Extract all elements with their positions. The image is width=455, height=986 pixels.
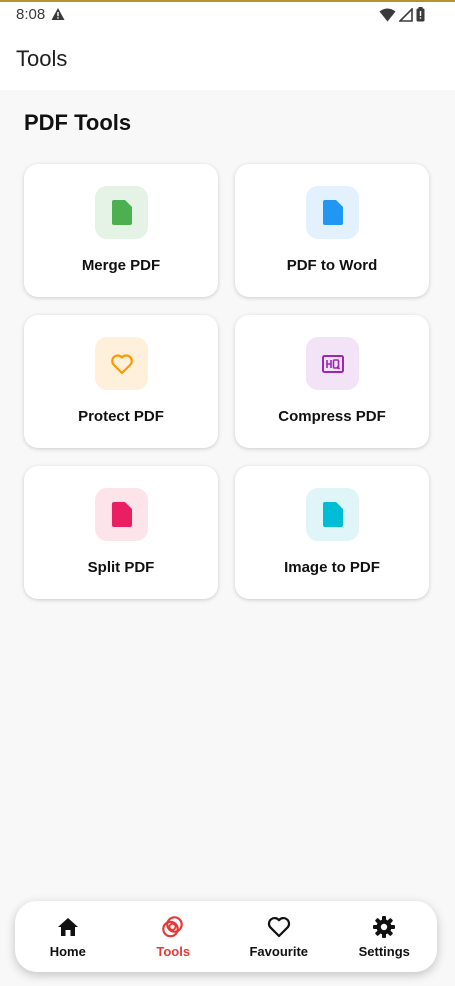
gear-icon <box>372 915 396 939</box>
home-icon <box>56 915 80 939</box>
pdf-to-word-card[interactable]: PDF to Word <box>235 164 429 297</box>
pdf-to-word-label: PDF to Word <box>286 257 378 274</box>
file-icon <box>111 200 132 225</box>
app-bar: Tools <box>0 28 455 90</box>
merge-pdf-card[interactable]: Merge PDF <box>24 164 218 297</box>
nav-settings[interactable]: Settings <box>332 901 438 972</box>
protect-pdf-label: Protect PDF <box>78 408 164 425</box>
nav-tools-label: Tools <box>156 944 191 959</box>
compress-pdf-card[interactable]: Compress PDF <box>235 315 429 448</box>
status-icons <box>379 7 425 22</box>
tools-grid: Merge PDF PDF to Word Protect PDF Compre… <box>24 164 429 599</box>
file-icon <box>322 502 343 527</box>
rings-icon <box>161 915 185 939</box>
section-title: PDF Tools <box>24 110 132 135</box>
heart-outline-icon <box>267 915 291 939</box>
alert-icon <box>51 8 65 20</box>
file-icon <box>322 200 343 225</box>
nav-home-label: Home <box>49 944 86 959</box>
image-to-pdf-label: Image to PDF <box>284 559 380 576</box>
nav-home[interactable]: Home <box>15 901 121 972</box>
wifi-icon <box>379 8 396 21</box>
split-pdf-icon-box <box>95 488 148 541</box>
page-title: Tools <box>16 46 68 71</box>
compress-pdf-icon-box <box>306 337 359 390</box>
image-to-pdf-card[interactable]: Image to PDF <box>235 466 429 599</box>
pdf-to-word-icon-box <box>306 186 359 239</box>
bottom-navigation: Home Tools Favourite Settings <box>15 901 437 972</box>
nav-favourite-label: Favourite <box>249 944 308 959</box>
nav-settings-label: Settings <box>358 944 410 959</box>
signal-icon <box>399 7 413 22</box>
nav-tools[interactable]: Tools <box>121 901 227 972</box>
hq-icon <box>321 354 344 373</box>
protect-pdf-icon-box <box>95 337 148 390</box>
split-pdf-label: Split PDF <box>87 559 155 576</box>
status-time: 8:08 <box>16 6 46 23</box>
heart-icon <box>110 353 133 374</box>
compress-pdf-label: Compress PDF <box>278 408 386 425</box>
split-pdf-card[interactable]: Split PDF <box>24 466 218 599</box>
nav-favourite[interactable]: Favourite <box>226 901 332 972</box>
status-bar: 8:08 <box>0 2 455 28</box>
protect-pdf-card[interactable]: Protect PDF <box>24 315 218 448</box>
merge-pdf-label: Merge PDF <box>81 257 161 274</box>
battery-icon <box>416 7 425 22</box>
image-to-pdf-icon-box <box>306 488 359 541</box>
merge-pdf-icon-box <box>95 186 148 239</box>
file-icon <box>111 502 132 527</box>
